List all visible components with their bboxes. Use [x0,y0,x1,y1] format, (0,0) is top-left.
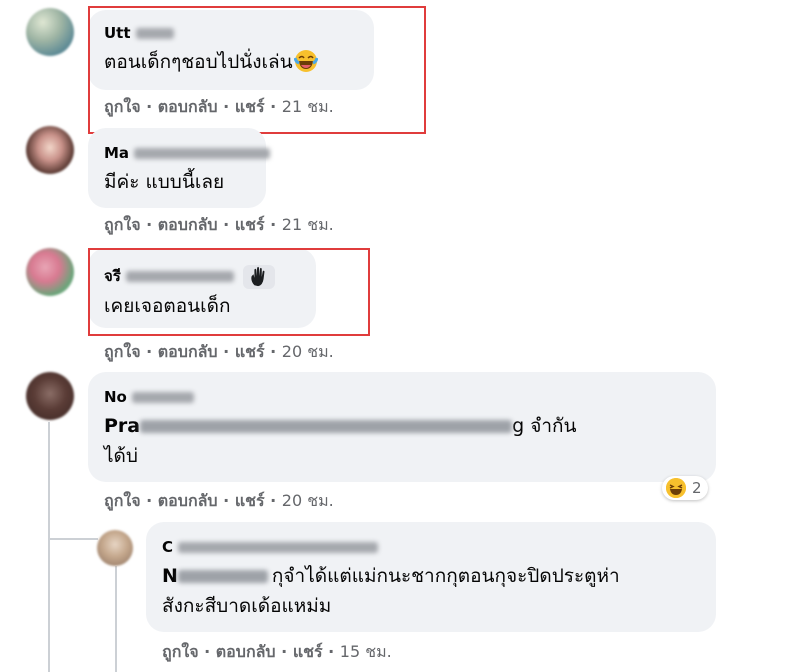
thread-branch-line [48,538,98,540]
highlight-box [88,248,370,336]
timestamp[interactable]: 20 ชม. [282,491,334,510]
mention-prefix: Pra [104,415,141,437]
comment-text-line2: สังกะสีบาดเด้อแหม่ม [162,595,332,617]
redacted-mention[interactable] [140,420,513,433]
redacted-mention[interactable] [177,570,268,583]
like-link[interactable]: ถูกใจ [104,491,141,510]
comment-author[interactable]: Ma [104,144,271,162]
like-link[interactable]: ถูกใจ [162,642,199,661]
like-link[interactable]: ถูกใจ [104,342,141,361]
comment-text: N กุจำได้แต่แม่กนะชากกุตอนกุจะปิดประตูห่า [162,565,620,587]
reaction-summary[interactable]: 2 [662,476,708,500]
share-link[interactable]: แชร์ [235,342,265,361]
timestamp[interactable]: 21 ชม. [282,215,334,234]
comment-actions: ถูกใจ · ตอบกลับ · แชร์ · 21 ชม. [104,215,334,234]
author-name: C [162,538,174,556]
thread-line [48,422,50,672]
avatar[interactable] [26,372,74,420]
mention-suffix: g จำกัน [512,415,577,437]
share-link[interactable]: แชร์ [235,215,265,234]
timestamp[interactable]: 15 ชม. [340,642,392,661]
avatar[interactable] [26,248,74,296]
like-link[interactable]: ถูกใจ [104,215,141,234]
redacted-name [178,542,379,553]
comment-text: Pra g จำกัน [104,412,577,440]
comment-text: มีค่ะ แบบนี้เลย [104,171,225,193]
comment-actions: ถูกใจ · ตอบกลับ · แชร์ · 20 ชม. [104,342,334,361]
author-name: No [104,388,127,406]
reply-link[interactable]: ตอบกลับ [158,215,218,234]
author-name: Ma [104,144,130,162]
comment-actions: ถูกใจ · ตอบกลับ · แชร์ · 20 ชม. [104,491,334,510]
haha-reaction-icon [666,478,686,498]
share-link[interactable]: แชร์ [235,491,265,510]
redacted-name [132,392,195,403]
comment-author[interactable]: C [162,538,379,556]
avatar[interactable] [26,8,74,56]
reply-link[interactable]: ตอบกลับ [158,342,218,361]
share-link[interactable]: แชร์ [293,642,323,661]
avatar[interactable] [97,530,133,566]
redacted-name [134,148,271,159]
comment-author[interactable]: No [104,388,195,406]
reply-link[interactable]: ตอบกลับ [158,491,218,510]
reply-link[interactable]: ตอบกลับ [216,642,276,661]
thread-line-nested [115,566,117,672]
comment-actions: ถูกใจ · ตอบกลับ · แชร์ · 15 ชม. [162,642,392,661]
mention-prefix: N [162,565,178,587]
avatar[interactable] [26,126,74,174]
comment-text-line2: ได้บ่ [104,445,138,467]
highlight-box [88,6,426,134]
reaction-count: 2 [692,479,702,497]
timestamp[interactable]: 20 ชม. [282,342,334,361]
